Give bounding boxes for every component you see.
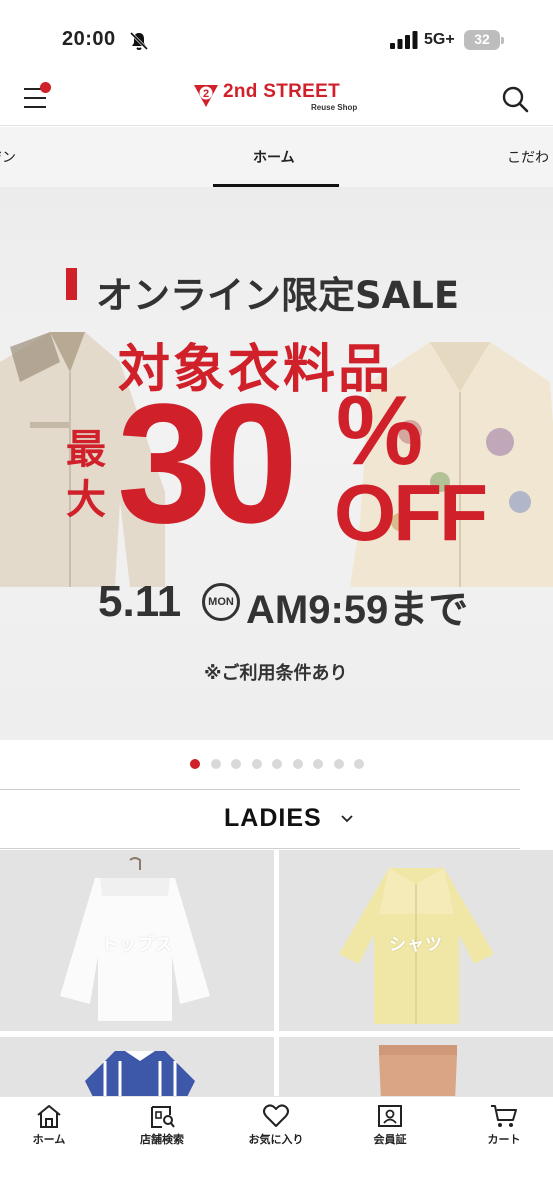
category-tile-4[interactable]	[279, 1037, 553, 1097]
carousel-dot[interactable]	[313, 759, 323, 769]
sale-discount-number: 30	[117, 369, 298, 559]
notification-dot	[40, 82, 51, 93]
logo[interactable]: 2 2nd STREET Reuse Shop	[193, 80, 363, 116]
sale-date-day: 5.11	[98, 577, 182, 626]
battery-level: 32	[474, 31, 490, 47]
category-tab-bar: ジン ホーム こだわ	[0, 127, 553, 187]
sale-banner[interactable]: オンライン限定SALE 対象衣料品 最大 30 % OFF 5.11 MON A…	[0, 187, 553, 740]
logo-badge: 2	[203, 88, 209, 100]
nav-store-search[interactable]: 店舗検索	[107, 1097, 217, 1157]
headline-mark	[66, 268, 77, 300]
logo-text: 2nd STREET	[223, 81, 341, 102]
nav-cart[interactable]: カート	[449, 1097, 553, 1157]
category-tile-tops[interactable]: トップス	[0, 850, 274, 1031]
bell-off-icon	[129, 31, 149, 51]
sale-date-time: AM9:59まで	[246, 588, 469, 632]
battery-icon: 32	[464, 30, 504, 50]
cart-icon	[491, 1105, 517, 1127]
member-card-icon	[378, 1105, 402, 1127]
carousel-dot[interactable]	[354, 759, 364, 769]
carousel-dot[interactable]	[251, 759, 262, 769]
category-tile-3[interactable]	[0, 1037, 274, 1097]
sale-max-label: 最大	[66, 427, 106, 523]
tab-home[interactable]: ホーム	[253, 147, 295, 167]
logo-subtitle: Reuse Shop	[311, 103, 358, 112]
hamburger-icon-bar	[24, 106, 46, 108]
nav-cart-label: カート	[487, 1133, 521, 1146]
nav-favorites-label: お気に入り	[248, 1133, 304, 1146]
nav-home-label: ホーム	[32, 1133, 66, 1146]
nav-favorites[interactable]: お気に入り	[221, 1097, 331, 1157]
tile-label-tops: トップス	[101, 935, 173, 955]
sale-date-weekday: MON	[202, 583, 240, 621]
menu-button[interactable]	[22, 80, 52, 112]
chevron-down-icon	[341, 815, 353, 823]
nav-member-card-label: 会員証	[373, 1133, 407, 1146]
sale-headline-text: オンライン限定SALE	[96, 274, 460, 317]
search-icon[interactable]	[500, 84, 530, 114]
carousel-dot[interactable]	[190, 759, 200, 769]
category-title: LADIES	[224, 804, 322, 832]
tile-label-shirts: シャツ	[389, 935, 443, 955]
nav-home[interactable]: ホーム	[0, 1097, 104, 1157]
category-selector[interactable]: LADIES	[0, 790, 553, 848]
pants-image	[379, 1045, 457, 1097]
striped-top-image	[85, 1051, 195, 1097]
network-type: 5G+	[424, 31, 455, 48]
nav-member-card[interactable]: 会員証	[335, 1097, 445, 1157]
hamburger-icon-bar	[24, 97, 46, 99]
sale-percent-sign: %	[336, 375, 424, 485]
heart-icon	[263, 1104, 289, 1127]
logo-mark-icon: 2	[194, 85, 218, 107]
carousel-dot[interactable]	[210, 759, 221, 769]
bottom-navigation: ホーム 店舗検索 お気に入り 会員証 カート	[0, 1096, 553, 1200]
carousel-dot[interactable]	[231, 759, 241, 769]
tab-magazine[interactable]: ジン	[0, 147, 16, 167]
sale-terms-note: ※ご利用条件あり	[204, 663, 348, 684]
divider	[0, 848, 520, 849]
tab-kodawari[interactable]: こだわ	[507, 147, 549, 167]
sale-off-label: OFF	[334, 468, 488, 557]
store-search-icon	[151, 1106, 175, 1128]
carousel-dot[interactable]	[333, 759, 344, 769]
app-header: 2 2nd STREET Reuse Shop	[0, 66, 553, 126]
carousel-dot[interactable]	[272, 759, 282, 769]
nav-store-search-label: 店舗検索	[140, 1133, 184, 1146]
home-icon	[37, 1105, 61, 1128]
signal-icon	[390, 31, 418, 49]
category-tile-shirts[interactable]: シャツ	[279, 850, 553, 1031]
status-time: 20:00	[62, 28, 116, 50]
carousel-dot[interactable]	[292, 759, 303, 769]
